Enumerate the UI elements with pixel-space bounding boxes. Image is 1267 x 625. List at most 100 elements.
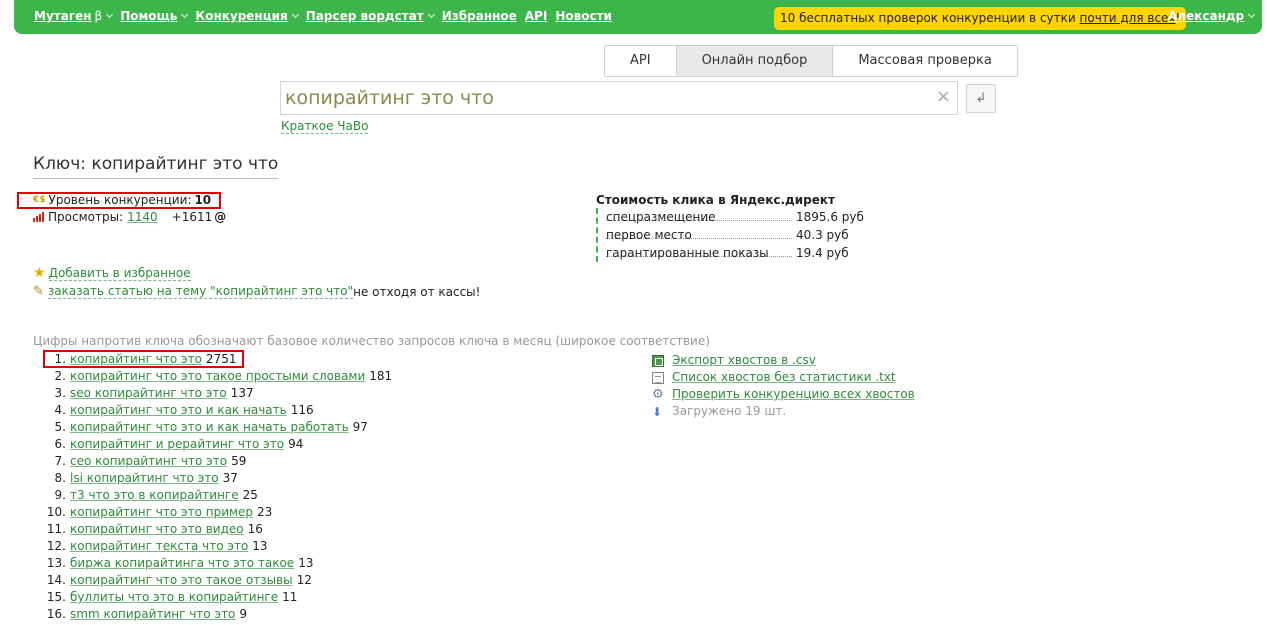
- price-label-text: гарантированные показы: [606, 246, 769, 260]
- list-item: 9. т3 что это в копирайтинге 25: [33, 487, 392, 504]
- tail-keyword-link[interactable]: копирайтинг что это и как начать: [70, 402, 287, 419]
- nav-favorites-label: Избранное: [441, 9, 517, 23]
- tail-keyword-link[interactable]: т3 что это в копирайтинге: [70, 487, 239, 504]
- views-label: Просмотры:: [48, 210, 124, 224]
- user-menu[interactable]: Александр: [1168, 9, 1256, 23]
- submit-button[interactable]: ↲: [966, 84, 996, 113]
- tail-keyword-link[interactable]: сео копирайтинг что это: [70, 453, 227, 470]
- list-item-number: 11.: [46, 522, 66, 536]
- nav-competition-label: Конкуренция: [195, 9, 288, 23]
- spiral-icon[interactable]: @: [214, 210, 226, 224]
- tail-count: 13: [298, 556, 314, 570]
- views-value-link[interactable]: 1140: [127, 210, 158, 224]
- nav-api-label: API: [524, 9, 548, 23]
- tail-count: 11: [282, 590, 298, 604]
- list-item-number: 16.: [46, 607, 66, 621]
- nav-api[interactable]: API: [525, 9, 548, 23]
- list-item: 8. lsi копирайтинг что это 37: [33, 470, 392, 487]
- list-item: 12. копирайтинг текста что это 13: [33, 538, 392, 555]
- tail-count: 59: [231, 454, 247, 468]
- list-txt-row: Список хвостов без статистики .txt: [652, 369, 915, 386]
- nav-brand-label: Мутаген: [34, 9, 92, 23]
- top-navbar: Мутаген β Помощь Конкуренция Парсер ворд…: [14, 0, 1262, 34]
- price-list: спецразмещение 1895.6 руб первое место 4…: [596, 208, 864, 262]
- tail-keyword-link[interactable]: копирайтинг что это такое простыми слова…: [70, 368, 365, 385]
- tail-keyword-link[interactable]: копирайтинг текста что это: [70, 538, 248, 555]
- tail-count: 25: [242, 488, 258, 502]
- price-label: спецразмещение: [606, 208, 792, 224]
- list-item: 4. копирайтинг что это и как начать 116: [33, 402, 392, 419]
- tail-count: 9: [239, 607, 247, 621]
- export-csv-link[interactable]: Экспорт хвостов в .csv: [672, 352, 816, 369]
- tail-count: 23: [257, 505, 273, 519]
- tab-online-selection[interactable]: Онлайн подбор: [676, 46, 834, 76]
- check-all-row: ⚙ Проверить конкуренцию всех хвостов: [652, 386, 915, 403]
- nav-news-label: Новости: [555, 9, 612, 23]
- promo-banner: 10 бесплатных проверок конкуренции в сут…: [774, 7, 1187, 30]
- chevron-down-icon: [106, 10, 114, 19]
- tail-keyword-link[interactable]: копирайтинг и рерайтинг что это: [70, 436, 284, 453]
- tail-keyword-link[interactable]: копирайтинг что это пример: [70, 504, 253, 521]
- chevron-down-icon: [427, 10, 435, 19]
- list-item-number: 10.: [46, 505, 66, 519]
- pin-icon: ⬇: [652, 404, 663, 419]
- nav-news[interactable]: Новости: [555, 9, 612, 23]
- order-article-link[interactable]: заказать статью на тему "копирайтинг это…: [47, 284, 354, 299]
- tail-keyword-link[interactable]: копирайтинг что это и как начать работат…: [70, 419, 349, 436]
- tail-keyword-link[interactable]: lsi копирайтинг что это: [70, 470, 219, 487]
- tail-count: 16: [247, 522, 263, 536]
- list-item: 6. копирайтинг и рерайтинг что это 94: [33, 436, 392, 453]
- nav-help[interactable]: Помощь: [120, 9, 189, 23]
- add-favorite-link[interactable]: Добавить в избранное: [48, 266, 191, 281]
- chevron-down-icon: [181, 10, 189, 19]
- promo-link[interactable]: почти для всех: [1080, 11, 1176, 25]
- price-row: спецразмещение 1895.6 руб: [606, 208, 864, 226]
- tab-bulk-check[interactable]: Массовая проверка: [833, 46, 1017, 76]
- search-box: ×: [280, 81, 958, 115]
- mode-tabs: API Онлайн подбор Массовая проверка: [604, 45, 1018, 77]
- price-value: 40.3 руб: [796, 228, 849, 242]
- tail-keyword-link[interactable]: seo копирайтинг что это: [70, 385, 227, 402]
- views-row: Просмотры: 1140 +1611 @: [33, 210, 226, 224]
- tail-keyword-link[interactable]: копирайтинг что это такое отзывы: [70, 572, 293, 589]
- list-item: 16. smm копирайтинг что это 9: [33, 606, 392, 623]
- nav-favorites[interactable]: Избранное: [442, 9, 517, 23]
- list-txt-link[interactable]: Список хвостов без статистики .txt: [672, 369, 896, 386]
- check-all-link[interactable]: Проверить конкуренцию всех хвостов: [672, 386, 915, 403]
- highlight-box: [17, 192, 221, 209]
- main-nav: Мутаген β Помощь Конкуренция Парсер ворд…: [34, 9, 620, 23]
- tail-keyword-link[interactable]: биржа копирайтинга что это такое: [70, 555, 294, 572]
- tail-count: 116: [290, 403, 314, 417]
- price-label: гарантированные показы: [606, 244, 792, 260]
- bar-chart-icon: [33, 212, 44, 222]
- list-item: 5. копирайтинг что это и как начать работ…: [33, 419, 392, 436]
- nav-brand[interactable]: Мутаген β: [34, 9, 114, 23]
- search-input[interactable]: [281, 82, 921, 114]
- tail-count: 94: [288, 437, 304, 451]
- loaded-row: ⬇ Загружено 19 шт.: [652, 403, 915, 420]
- tail-keyword-link[interactable]: копирайтинг что это видео: [70, 521, 244, 538]
- list-item: 7. сео копирайтинг что это 59: [33, 453, 392, 470]
- tail-count: 37: [222, 471, 238, 485]
- tab-api[interactable]: API: [605, 46, 677, 76]
- views-extra: +1611: [171, 210, 213, 224]
- faq-link[interactable]: Краткое ЧаВо: [281, 119, 369, 134]
- clear-icon[interactable]: ×: [936, 88, 951, 106]
- price-label-text: первое место: [606, 228, 692, 242]
- tail-keyword-link[interactable]: буллиты что это в копирайтинге: [70, 589, 278, 606]
- user-name: Александр: [1168, 9, 1245, 23]
- nav-competition[interactable]: Конкуренция: [195, 9, 299, 23]
- gear-icon: ⚙: [652, 386, 664, 402]
- document-icon: [652, 371, 664, 384]
- list-item-number: 4.: [54, 403, 66, 417]
- price-row: первое место 40.3 руб: [606, 226, 864, 244]
- highlight-box: [43, 350, 244, 368]
- counts-note: Цифры напротив ключа обозначают базовое …: [33, 334, 710, 348]
- tail-keyword-link[interactable]: smm копирайтинг что это: [70, 606, 235, 623]
- nav-wordstat-parser[interactable]: Парсер вордстат: [306, 9, 435, 23]
- tail-count: 12: [296, 573, 312, 587]
- order-article-suffix: не отходя от кассы!: [353, 284, 481, 299]
- list-item-number: 5.: [54, 420, 66, 434]
- list-item: 15. буллиты что это в копирайтинге 11: [33, 589, 392, 606]
- list-item-number: 12.: [46, 539, 66, 553]
